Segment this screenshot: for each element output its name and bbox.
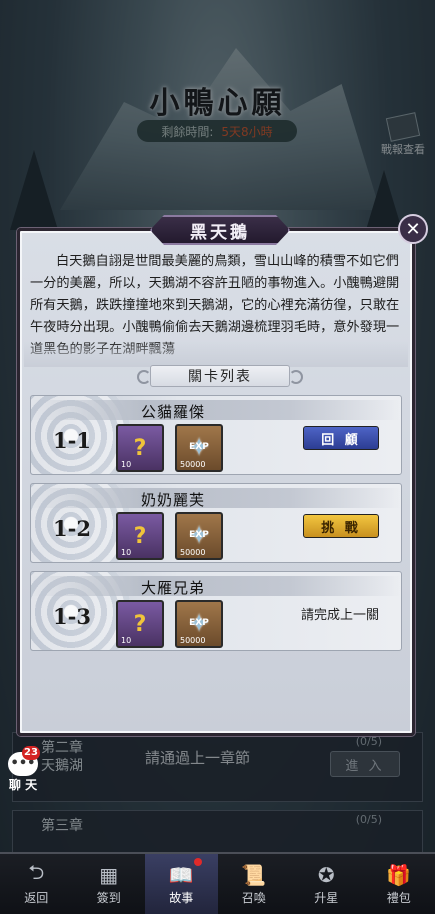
reward-quantity: 10 (121, 636, 132, 645)
chat-label: 聊 天 (8, 778, 38, 792)
book-icon: 📖 (168, 862, 194, 887)
question-mark-icon: ? (133, 523, 147, 549)
nav-back[interactable]: ⮌ 返回 (0, 854, 73, 914)
reward-quantity: 50000 (180, 460, 206, 469)
mystery-reward-icon[interactable]: ? 10 (116, 424, 164, 472)
mystery-reward-icon[interactable]: ? 10 (116, 512, 164, 560)
exp-reward-icon[interactable]: ✦ EXP 50000 (175, 424, 223, 472)
nav-label: 返回 (24, 890, 49, 905)
nav-label: 簽到 (96, 890, 121, 905)
nav-star-up[interactable]: ✪ 升星 (290, 854, 363, 914)
reward-quantity: 50000 (180, 636, 206, 645)
nav-label: 升星 (314, 890, 339, 905)
chat-button[interactable]: 23 ••• 聊 天 (4, 746, 42, 793)
scroll-icon: 📜 (241, 862, 267, 887)
level-card: 奶奶麗芙 1-2 ? 10 ✦ EXP 50000 挑 戰 (30, 483, 402, 563)
nav-sign-in[interactable]: ▦ 簽到 (73, 854, 146, 914)
level-name-bar (31, 488, 401, 508)
level-locked-message: 請完成上一關 (300, 608, 379, 623)
level-name: 公貓羅傑 (141, 403, 206, 421)
close-icon: ✕ (405, 218, 421, 240)
level-dialog: 黑天鵝 白天鵝自詡是世間最美麗的鳥類，雪山山峰的積雪不如它們一分的美麗，所以，天… (17, 215, 415, 736)
exp-label: EXP (189, 442, 209, 452)
level-number: 1-1 (53, 428, 91, 453)
chat-unread-badge: 23 (22, 746, 40, 760)
nav-label: 禮包 (386, 890, 411, 905)
star-badge-icon: ✪ (317, 862, 335, 887)
dialog-title: 黑天鵝 (150, 215, 290, 245)
nav-summon[interactable]: 📜 召喚 (218, 854, 291, 914)
level-name: 大雁兄弟 (141, 579, 206, 597)
level-card: 大雁兄弟 1-3 ? 10 ✦ EXP 50000 請完成上一關 (30, 571, 402, 651)
level-card: 公貓羅傑 1-1 ? 10 ✦ EXP 50000 回 顧 (30, 395, 402, 475)
back-arrow-icon: ⮌ (28, 859, 45, 884)
review-button[interactable]: 回 顧 (303, 426, 379, 450)
nav-label: 召喚 (241, 890, 266, 905)
question-mark-icon: ? (133, 435, 147, 461)
nav-story[interactable]: 📖 故事 (145, 854, 218, 914)
challenge-button[interactable]: 挑 戰 (303, 514, 379, 538)
calendar-icon: ▦ (99, 862, 119, 887)
nav-label: 故事 (169, 890, 194, 905)
bottom-nav: ⮌ 返回 ▦ 簽到 📖 故事 📜 召喚 ✪ 升星 🎁 禮包 (0, 852, 435, 914)
level-list: 公貓羅傑 1-1 ? 10 ✦ EXP 50000 回 顧 奶奶麗芙 1-2 ?… (30, 395, 402, 659)
reward-quantity: 10 (121, 460, 132, 469)
question-mark-icon: ? (133, 611, 147, 637)
exp-reward-icon[interactable]: ✦ EXP 50000 (175, 512, 223, 560)
gift-icon: 🎁 (386, 862, 412, 887)
mystery-reward-icon[interactable]: ? 10 (116, 600, 164, 648)
level-number: 1-2 (53, 516, 91, 541)
level-name-bar (31, 400, 401, 420)
reward-quantity: 10 (121, 548, 132, 557)
level-list-header: 關卡列表 (137, 365, 303, 387)
level-name-bar (31, 576, 401, 596)
notification-dot (193, 858, 202, 866)
level-number: 1-3 (53, 604, 91, 629)
reward-quantity: 50000 (180, 548, 206, 557)
exp-label: EXP (189, 530, 209, 540)
close-dialog-button[interactable]: ✕ (398, 214, 428, 244)
story-fade (24, 341, 408, 367)
exp-reward-icon[interactable]: ✦ EXP 50000 (175, 600, 223, 648)
nav-gift-pack[interactable]: 🎁 禮包 (363, 854, 435, 914)
exp-label: EXP (189, 618, 209, 628)
level-name: 奶奶麗芙 (141, 491, 206, 509)
